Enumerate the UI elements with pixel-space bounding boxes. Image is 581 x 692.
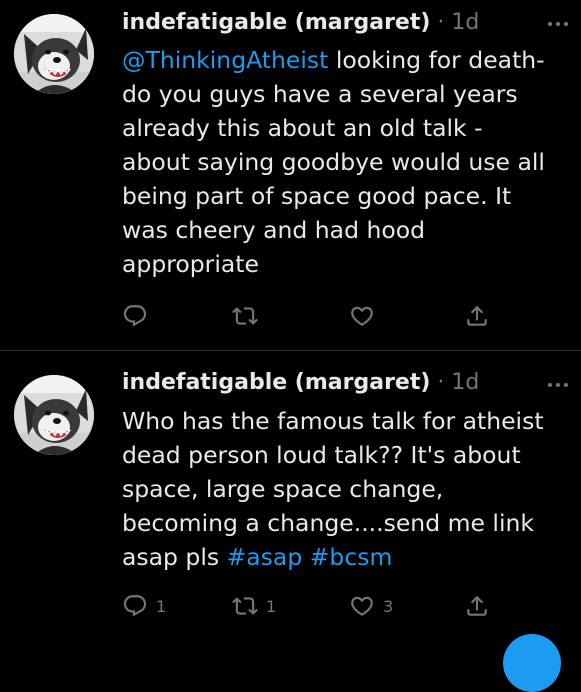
hashtag-link[interactable]: #asap <box>227 543 303 571</box>
display-name[interactable]: indefatigable (margaret) <box>122 370 430 395</box>
share-icon <box>464 303 490 329</box>
hashtag-link[interactable]: #bcsm <box>310 543 393 571</box>
reply-count: 1 <box>156 596 167 616</box>
tweet-text: Who has the famous talk for atheist dead… <box>122 404 562 574</box>
reply-button[interactable] <box>122 301 156 331</box>
display-name[interactable]: indefatigable (margaret) <box>122 10 430 35</box>
mention-link[interactable]: @ThinkingAtheist <box>122 46 328 74</box>
avatar[interactable] <box>14 375 94 455</box>
more-dots-icon[interactable] <box>547 20 569 28</box>
compose-button[interactable] <box>503 634 561 692</box>
retweet-icon <box>232 303 258 329</box>
retweet-icon <box>232 593 258 619</box>
reply-icon <box>122 593 148 619</box>
like-count: 3 <box>383 596 394 616</box>
husky-avatar-icon <box>14 14 94 94</box>
tweet-timestamp[interactable]: · 1d <box>437 370 479 395</box>
tweet-actions <box>122 301 542 331</box>
share-button[interactable] <box>464 591 490 621</box>
tweet-2[interactable]: indefatigable (margaret) · 1d Who has th… <box>0 351 581 640</box>
reply-icon <box>122 303 148 329</box>
like-button[interactable] <box>349 301 383 331</box>
tweet-header: indefatigable (margaret) · 1d <box>122 8 541 38</box>
tweet-timestamp[interactable]: · 1d <box>437 10 479 35</box>
like-button[interactable]: 3 <box>349 591 393 621</box>
reply-button[interactable]: 1 <box>122 591 166 621</box>
share-icon <box>464 593 490 619</box>
retweet-button[interactable]: 1 <box>232 591 276 621</box>
more-dots-icon[interactable] <box>547 381 569 389</box>
retweet-button[interactable] <box>232 301 266 331</box>
share-button[interactable] <box>464 301 490 331</box>
tweet-actions: 1 1 3 <box>122 591 542 621</box>
heart-icon <box>349 593 375 619</box>
tweet-1[interactable]: indefatigable (margaret) · 1d @ThinkingA… <box>0 0 581 350</box>
retweet-count: 1 <box>266 596 277 616</box>
husky-avatar-icon <box>14 375 94 455</box>
tweet-header: indefatigable (margaret) · 1d <box>122 368 541 398</box>
tweet-text-body: looking for death- do you guys have a se… <box>122 46 545 278</box>
tweet-text: @ThinkingAtheist looking for death- do y… <box>122 43 562 281</box>
heart-icon <box>349 303 375 329</box>
avatar[interactable] <box>14 14 94 94</box>
